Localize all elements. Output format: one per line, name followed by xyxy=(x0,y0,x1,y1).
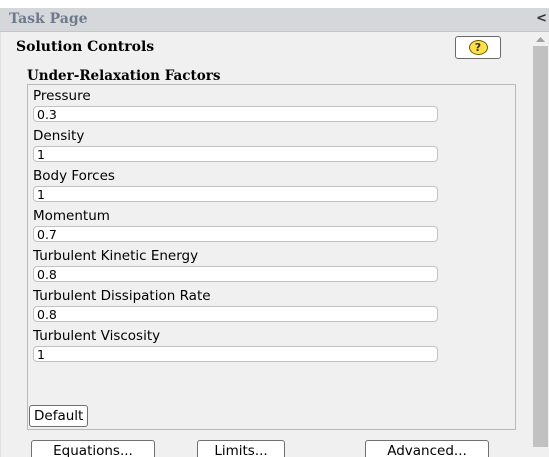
scroll-up-arrow-icon[interactable] xyxy=(532,32,549,46)
panel-title: Solution Controls xyxy=(16,39,155,55)
collapse-icon[interactable]: < xyxy=(536,11,547,26)
field-pressure: Pressure xyxy=(33,87,441,122)
field-turbulent-kinetic-energy: Turbulent Kinetic Energy xyxy=(33,247,441,282)
turbulent-kinetic-energy-input[interactable] xyxy=(33,266,438,282)
field-momentum: Momentum xyxy=(33,207,441,242)
help-button[interactable]: ? xyxy=(455,36,501,59)
vertical-scrollbar[interactable] xyxy=(532,32,549,457)
under-relaxation-groupbox: Pressure Density Body Forces Momentum Tu… xyxy=(27,84,516,430)
turbulent-dissipation-rate-input[interactable] xyxy=(33,306,438,322)
turbulent-viscosity-input[interactable] xyxy=(33,346,438,362)
density-input[interactable] xyxy=(33,146,438,162)
task-page-window: Task Page < Solution Controls ? Under-Re… xyxy=(0,0,549,457)
scroll-down-arrow-icon[interactable] xyxy=(532,447,549,457)
field-turbulent-viscosity: Turbulent Viscosity xyxy=(33,327,441,362)
field-label: Pressure xyxy=(33,88,91,104)
equations-button[interactable]: Equations... xyxy=(31,440,155,457)
field-label: Turbulent Viscosity xyxy=(33,328,161,344)
field-label: Body Forces xyxy=(33,168,115,184)
help-icon: ? xyxy=(468,40,488,55)
body-forces-input[interactable] xyxy=(33,186,438,202)
window-title: Task Page xyxy=(9,11,88,27)
field-label: Turbulent Dissipation Rate xyxy=(33,288,211,304)
scroll-thumb[interactable] xyxy=(533,46,548,447)
pressure-input[interactable] xyxy=(33,106,438,122)
field-label: Turbulent Kinetic Energy xyxy=(33,248,199,264)
field-density: Density xyxy=(33,127,441,162)
momentum-input[interactable] xyxy=(33,226,438,242)
field-body-forces: Body Forces xyxy=(33,167,441,202)
field-turbulent-dissipation-rate: Turbulent Dissipation Rate xyxy=(33,287,441,322)
advanced-button[interactable]: Advanced... xyxy=(365,440,489,457)
default-button[interactable]: Default xyxy=(29,405,89,427)
solution-controls-panel: Solution Controls ? Under-Relaxation Fac… xyxy=(0,32,532,457)
field-label: Density xyxy=(33,128,85,144)
title-bar: Task Page < xyxy=(0,8,549,32)
field-label: Momentum xyxy=(33,208,110,224)
limits-button[interactable]: Limits... xyxy=(197,440,285,457)
under-relaxation-group-title: Under-Relaxation Factors xyxy=(27,68,221,84)
